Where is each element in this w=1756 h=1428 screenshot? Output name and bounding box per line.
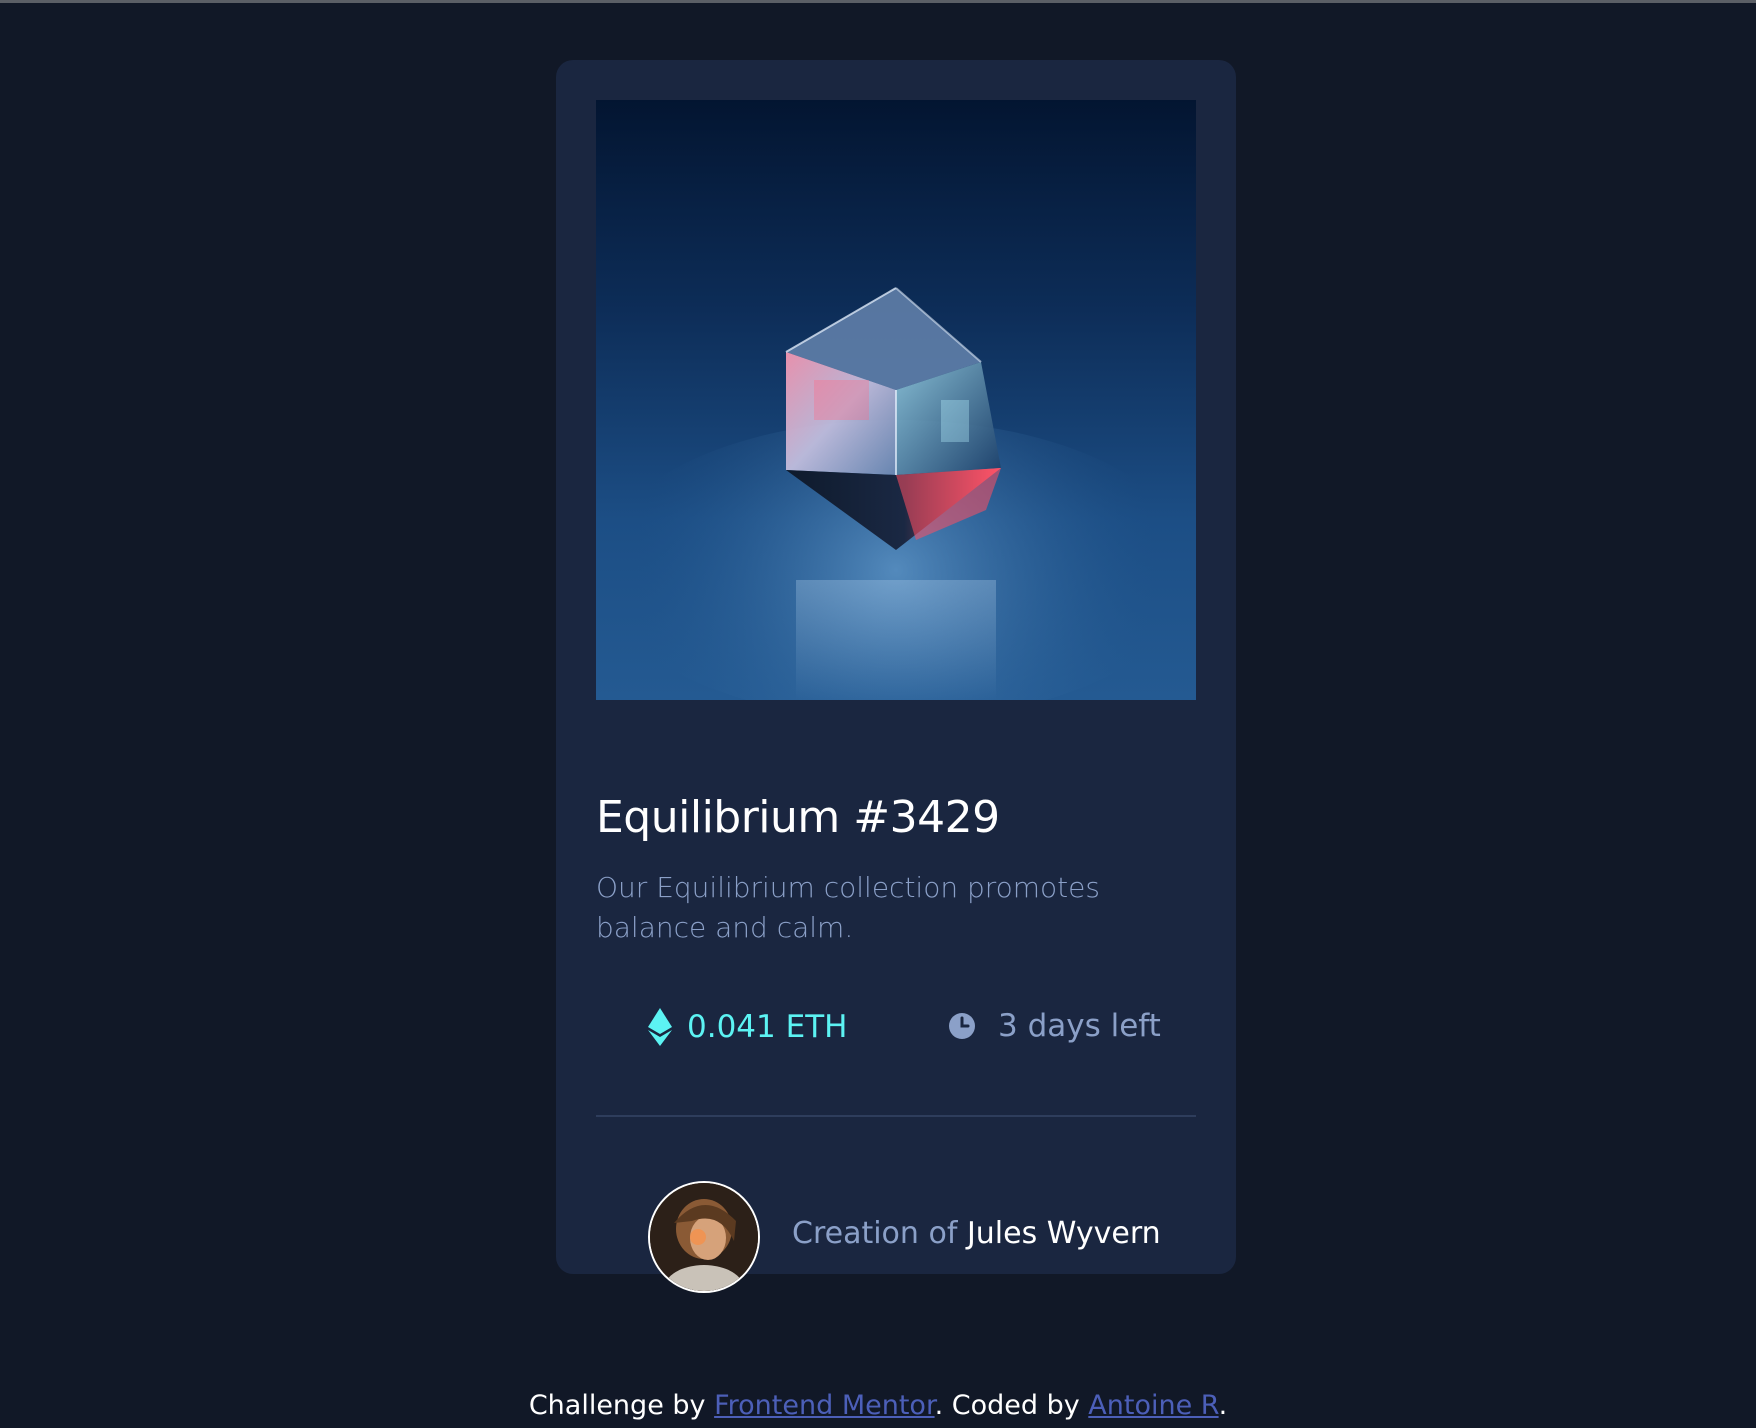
time-info: 3 days left <box>948 1008 1161 1044</box>
divider <box>596 1115 1196 1117</box>
cube-artwork <box>596 287 1196 700</box>
nft-title[interactable]: Equilibrium #3429 <box>596 792 1000 843</box>
attribution: Challenge by Frontend Mentor. Coded by A… <box>0 1390 1756 1421</box>
time-left-value: 3 days left <box>998 1008 1161 1044</box>
avatar-image <box>650 1183 758 1291</box>
nft-description: Our Equilibrium collection promotes bala… <box>596 871 1100 944</box>
nft-preview-card: Equilibrium #3429 Our Equilibrium collec… <box>556 60 1236 1293</box>
creator-avatar <box>648 1181 760 1293</box>
price-info: 0.041 ETH <box>648 1008 847 1046</box>
window-top-border <box>0 0 1756 3</box>
creator-prefix: Creation of <box>792 1216 958 1251</box>
challenge-prefix: Challenge by <box>528 1390 706 1421</box>
ethereum-icon <box>648 1008 672 1046</box>
creator-name[interactable]: Jules Wyvern <box>967 1216 1161 1251</box>
author-link[interactable]: Antoine R <box>1088 1390 1218 1421</box>
attribution-suffix: . <box>1218 1390 1228 1421</box>
frontend-mentor-link[interactable]: Frontend Mentor <box>714 1390 934 1421</box>
coded-prefix: . Coded by <box>934 1390 1080 1421</box>
clock-icon <box>949 1013 975 1039</box>
creator-credit: Creation of Jules Wyvern <box>792 1216 1161 1251</box>
price-value: 0.041 ETH <box>687 1009 848 1045</box>
nft-image[interactable] <box>596 100 1196 700</box>
